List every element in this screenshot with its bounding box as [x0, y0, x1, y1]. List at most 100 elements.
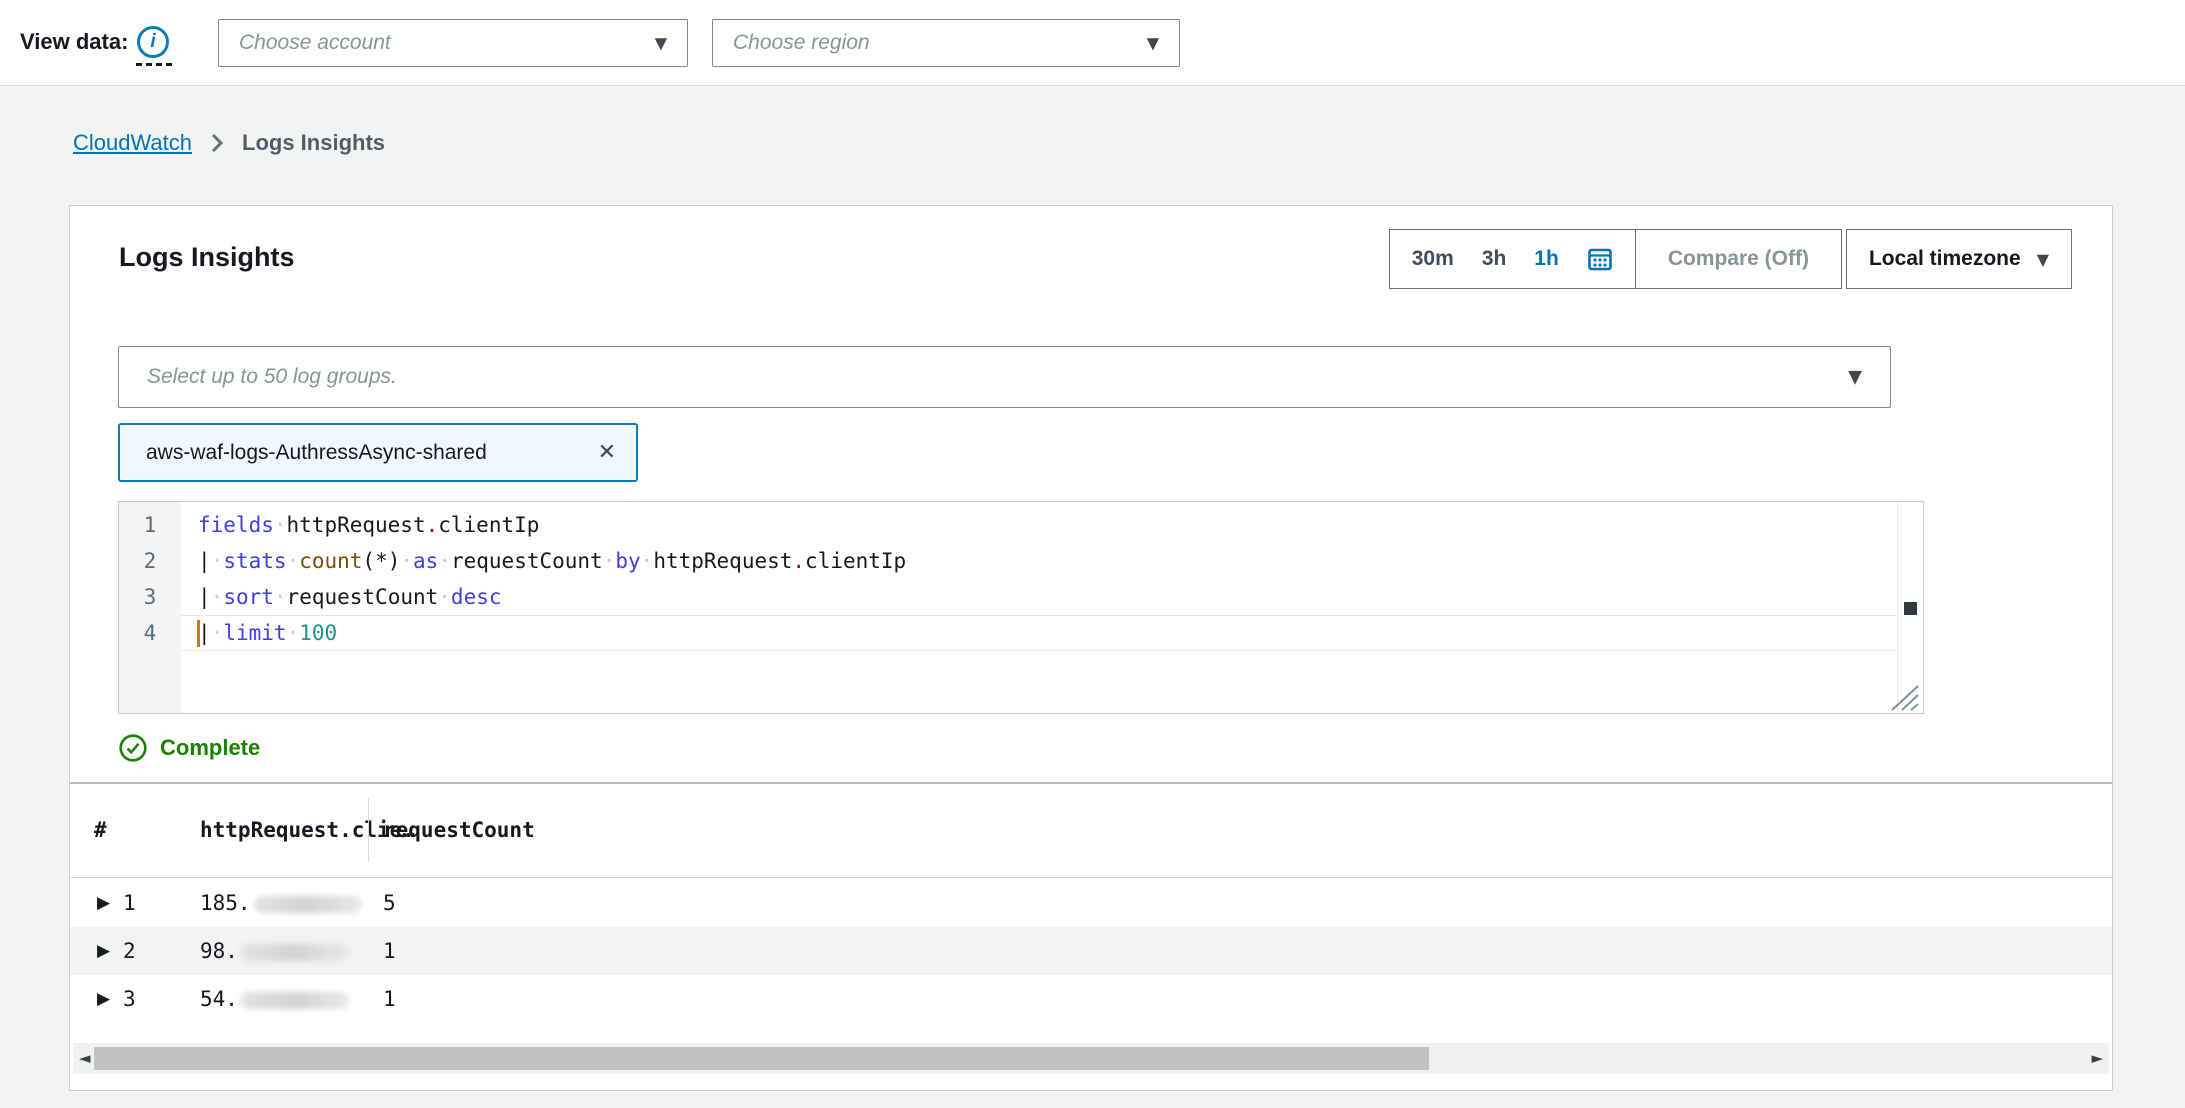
- account-placeholder: Choose account: [239, 31, 391, 55]
- code-token: ): [388, 549, 401, 573]
- code-token: ·: [274, 585, 287, 609]
- table-row[interactable]: ▶354.1: [70, 975, 2112, 1023]
- code-token: .: [792, 549, 805, 573]
- code-token: ·: [603, 549, 616, 573]
- request-count-cell: 5: [383, 879, 396, 927]
- code-token: httpRequest: [653, 549, 792, 573]
- code-token: ·: [438, 549, 451, 573]
- results-table: # httpRequest.clie… requestCount ▶ 1 185. 5…: [70, 782, 2112, 1090]
- row-number: 1: [123, 879, 136, 927]
- code-token: ·: [211, 585, 224, 609]
- code-token: (: [362, 549, 375, 573]
- line-number: 3: [119, 579, 181, 615]
- code-token: ·: [400, 549, 413, 573]
- results-rows: ▶1185.5▶298.1▶354.1: [70, 879, 2112, 1023]
- timezone-select[interactable]: Local timezone ▼: [1846, 229, 2072, 289]
- time-range-1h[interactable]: 1h: [1534, 247, 1559, 271]
- client-ip-cell: 54.: [200, 975, 349, 1023]
- redacted-ip: [254, 896, 362, 913]
- code-token: ·: [274, 513, 287, 537]
- page-title: Logs Insights: [119, 242, 295, 273]
- scrollbar-thumb[interactable]: [1904, 602, 1917, 615]
- chevron-down-icon: ▼: [1848, 367, 1862, 388]
- code-token: desc: [451, 585, 502, 609]
- logs-insights-panel: Logs Insights 30m 3h 1h Compare (Off) Loca…: [69, 205, 2113, 1091]
- code-token: ·: [287, 549, 300, 573]
- info-icon[interactable]: i: [137, 26, 169, 58]
- top-bar: View data: i Choose account ▼ Choose reg…: [0, 0, 2185, 86]
- code-token: .: [426, 513, 439, 537]
- breadcrumb-cloudwatch-link[interactable]: CloudWatch: [73, 130, 192, 156]
- breadcrumb-chevron-icon: [210, 132, 224, 154]
- calendar-icon[interactable]: [1587, 246, 1613, 272]
- line-number: 1: [119, 507, 181, 543]
- region-select[interactable]: Choose region ▼: [712, 19, 1180, 67]
- chevron-down-icon: ▼: [655, 34, 667, 53]
- time-range-30m[interactable]: 30m: [1412, 247, 1454, 271]
- compare-label: Compare (Off): [1668, 247, 1809, 271]
- client-ip-cell: 185.: [200, 879, 362, 927]
- request-count-cell: 1: [383, 927, 396, 975]
- scrollbar-thumb[interactable]: [94, 1047, 1429, 1070]
- code-token: |: [198, 549, 211, 573]
- log-group-chip-label: aws-waf-logs-AuthressAsync-shared: [146, 441, 487, 465]
- code-line-2[interactable]: |·stats·count(*)·as·requestCount·by·http…: [181, 543, 1897, 579]
- account-select[interactable]: Choose account ▼: [218, 19, 688, 67]
- results-header: # httpRequest.clie… requestCount: [70, 784, 2112, 878]
- code-token: as: [413, 549, 438, 573]
- line-number: 2: [119, 543, 181, 579]
- breadcrumb: CloudWatch Logs Insights: [73, 130, 385, 156]
- time-controls: 30m 3h 1h Compare (Off) Local timezone ▼: [1389, 229, 2072, 289]
- log-group-placeholder: Select up to 50 log groups.: [147, 365, 397, 389]
- row-number: 2: [123, 927, 136, 975]
- query-editor[interactable]: 1234 fields·httpRequest.clientIp|·stats·…: [118, 501, 1924, 714]
- code-token: count: [299, 549, 362, 573]
- code-token: ·: [287, 621, 300, 645]
- code-line-3[interactable]: |·sort·requestCount·desc: [181, 579, 1897, 615]
- chevron-down-icon: ▼: [1147, 34, 1159, 53]
- code-token: by: [615, 549, 640, 573]
- code-line-4[interactable]: |·limit·100: [181, 615, 1897, 651]
- scroll-left-icon[interactable]: ◄: [79, 1043, 91, 1074]
- code-token: sort: [223, 585, 274, 609]
- time-range-3h[interactable]: 3h: [1482, 247, 1507, 271]
- table-row[interactable]: ▶298.1: [70, 927, 2112, 975]
- expand-row-icon[interactable]: ▶: [97, 927, 110, 975]
- check-circle-icon: [118, 733, 148, 763]
- column-divider[interactable]: [368, 798, 369, 862]
- breadcrumb-current: Logs Insights: [242, 130, 385, 156]
- code-token: httpRequest: [287, 513, 426, 537]
- code-token: stats: [223, 549, 286, 573]
- editor-gutter: 1234: [119, 502, 181, 713]
- code-line-1[interactable]: fields·httpRequest.clientIp: [181, 507, 1897, 543]
- code-token: |: [198, 585, 211, 609]
- scroll-right-icon[interactable]: ►: [2091, 1043, 2103, 1074]
- region-placeholder: Choose region: [733, 31, 870, 55]
- table-row[interactable]: ▶ 1 185. 5: [70, 879, 2112, 927]
- selected-log-group-chip[interactable]: aws-waf-logs-AuthressAsync-shared ✕: [118, 423, 638, 482]
- request-count-cell: 1: [383, 975, 396, 1023]
- time-range-group: 30m 3h 1h: [1389, 229, 1636, 289]
- redacted-ip: [241, 944, 349, 961]
- status-label: Complete: [160, 735, 260, 761]
- horizontal-scrollbar[interactable]: ◄ ►: [73, 1043, 2109, 1074]
- editor-code-area[interactable]: fields·httpRequest.clientIp|·stats·count…: [181, 502, 1897, 713]
- close-icon[interactable]: ✕: [598, 440, 616, 465]
- code-token: requestCount: [287, 585, 439, 609]
- compare-button[interactable]: Compare (Off): [1635, 229, 1842, 289]
- time-range-labels: 30m 3h 1h: [1412, 247, 1559, 271]
- resize-handle-icon[interactable]: [1880, 674, 1922, 712]
- text-cursor: [197, 620, 200, 647]
- chevron-down-icon: ▼: [2037, 250, 2049, 269]
- redacted-ip: [241, 992, 349, 1009]
- view-data-label: View data:: [20, 29, 128, 55]
- log-group-select[interactable]: Select up to 50 log groups. ▼: [118, 346, 1891, 408]
- page: View data: i Choose account ▼ Choose reg…: [0, 0, 2185, 1108]
- code-token: ·: [211, 549, 224, 573]
- expand-row-icon[interactable]: ▶: [97, 975, 110, 1023]
- code-token: ·: [438, 585, 451, 609]
- code-token: clientIp: [805, 549, 906, 573]
- code-token: fields: [198, 513, 274, 537]
- expand-row-icon[interactable]: ▶: [97, 879, 110, 927]
- timezone-label: Local timezone: [1869, 247, 2021, 271]
